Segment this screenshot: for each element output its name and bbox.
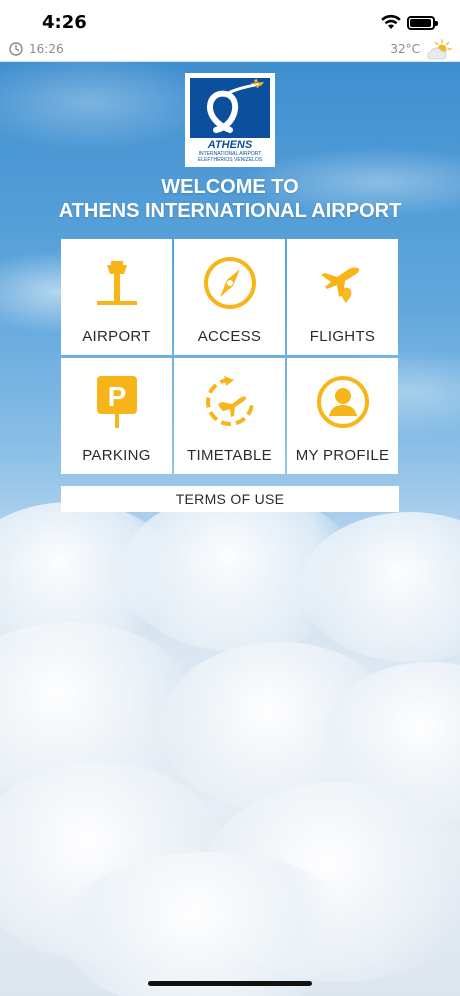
status-time: 4:26 [42,12,87,33]
logo-name: ATHENS [207,139,253,151]
clock-icon [9,42,23,56]
menu-tile-parking[interactable]: P PARKING [61,358,172,474]
menu-label: MY PROFILE [295,447,390,464]
menu-tile-flights[interactable]: FLIGHTS [287,239,398,355]
plane-location-icon [321,267,360,303]
menu-label: PARKING [82,447,151,464]
status-bar: 4:26 [0,0,460,38]
athens-airport-logo: ATHENS INTERNATIONAL AIRPORT ELEFTHERIOS… [185,73,275,167]
logo-emblem [190,78,270,138]
wifi-icon [381,14,401,29]
logo-subtitle-2: ELEFTHERIOS VENIZELOS [197,157,263,163]
partly-sunny-icon [427,39,452,60]
menu-tile-timetable[interactable]: TIMETABLE [174,358,285,474]
menu-label: AIRPORT [82,328,151,345]
parking-sign-icon: P [97,376,137,428]
menu-label: ACCESS [197,328,262,345]
menu-tile-access[interactable]: ACCESS [174,239,285,355]
welcome-line-1: WELCOME TO [161,176,299,198]
menu-label: TIMETABLE [187,447,272,464]
battery-icon [407,16,438,30]
timetable-plane-icon [206,376,254,426]
menu-label: FLIGHTS [309,328,376,345]
home-indicator[interactable] [148,981,312,986]
control-tower-icon [97,261,137,305]
info-time: 16:26 [29,42,64,56]
menu-tile-my-profile[interactable]: MY PROFILE [287,358,398,474]
info-bar: 16:26 32°C [0,38,460,62]
main-menu-grid: AIRPORT ACCESS FLIGHTS P PARKING TIMETAB… [61,239,399,474]
terms-of-use-button[interactable]: TERMS OF USE [61,486,399,512]
compass-icon [204,257,256,309]
temperature-label: 32°C [390,42,420,56]
user-profile-icon [317,376,369,428]
menu-tile-airport[interactable]: AIRPORT [61,239,172,355]
svg-text:P: P [108,381,127,412]
welcome-line-2: ATHENS INTERNATIONAL AIRPORT [58,200,402,222]
logo-alpha-plane-icon [207,79,264,133]
